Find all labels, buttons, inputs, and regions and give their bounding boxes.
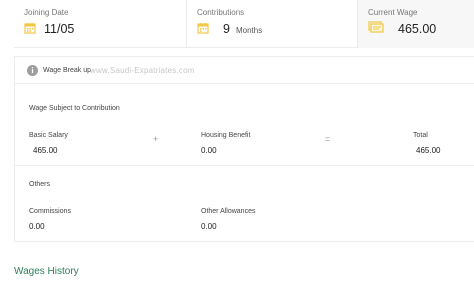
housing-benefit-value: 0.00 [201, 146, 217, 155]
contribution-section-title: Wage Subject to Contribution [29, 105, 120, 112]
basic-salary-label: Basic Salary [29, 132, 68, 139]
other-allowances-value: 0.00 [201, 222, 217, 231]
wage-breakup-header[interactable]: i Wage Break up www.Saudi-Expatriates.co… [15, 57, 474, 84]
contributions-label: Contributions [197, 8, 245, 17]
contributions-value: 9 Months [223, 22, 262, 36]
joining-date-stat: Joining Date 11/05 [14, 0, 186, 48]
current-wage-value: 465.00 [398, 22, 437, 36]
total-label: Total [413, 132, 428, 139]
current-wage-label: Current Wage [368, 8, 418, 17]
other-allowances-label: Other Allowances [201, 208, 256, 215]
wage-breakup-label: Wage Break up [43, 67, 91, 74]
commissions-value: 0.00 [29, 222, 45, 231]
contributions-stat: Contributions 9 Months [186, 0, 357, 48]
contributions-count: 9 [223, 22, 230, 36]
total-value: 465.00 [416, 146, 441, 155]
equals-sign: = [325, 134, 331, 144]
joining-date-label: Joining Date [24, 8, 69, 17]
contributions-unit: Months [235, 26, 263, 35]
watermark: www.Saudi-Expatriates.com [90, 66, 195, 75]
current-wage-stat: Current Wage 465.00 [357, 0, 474, 48]
summary-stats: Joining Date 11/05 Contributions 9Months… [14, 0, 474, 48]
info-icon: i [27, 65, 38, 76]
commissions-label: Commissions [29, 208, 72, 215]
section-divider [15, 165, 474, 166]
others-section-title: Others [29, 181, 51, 188]
basic-salary-value: 465.00 [33, 146, 58, 155]
joining-date-value: 11/05 [44, 22, 75, 36]
plus-sign: + [153, 134, 159, 144]
calendar-icon [197, 23, 209, 34]
wage-icon [368, 21, 384, 33]
calendar-icon [24, 23, 36, 34]
wages-history-link[interactable]: Wages History [14, 266, 79, 277]
wage-breakup-card: i Wage Break up www.Saudi-Expatriates.co… [14, 56, 474, 242]
housing-benefit-label: Housing Benefit [201, 132, 251, 139]
